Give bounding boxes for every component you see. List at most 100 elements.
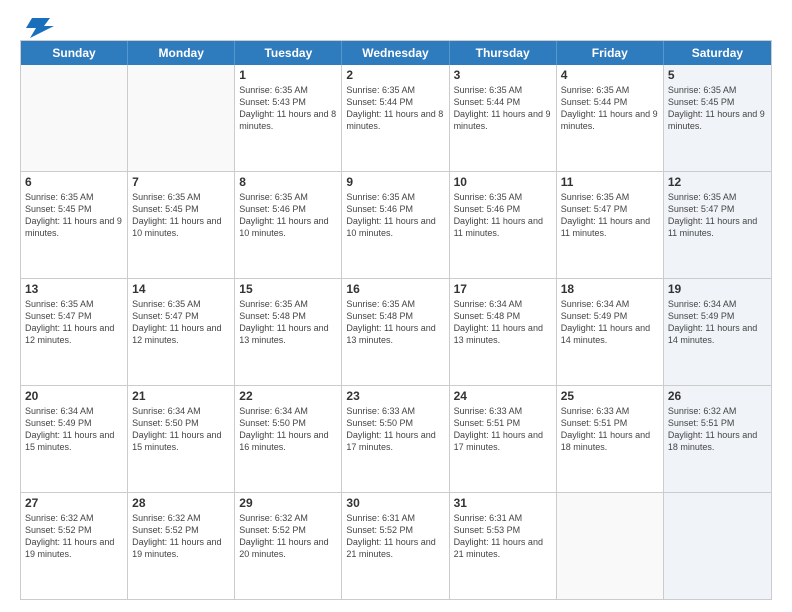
day-number: 3 xyxy=(454,68,552,82)
page: SundayMondayTuesdayWednesdayThursdayFrid… xyxy=(0,0,792,612)
day-info: Sunrise: 6:34 AM Sunset: 5:48 PM Dayligh… xyxy=(454,298,552,347)
calendar-cell: 3 Sunrise: 6:35 AM Sunset: 5:44 PM Daylig… xyxy=(450,65,557,171)
day-number: 29 xyxy=(239,496,337,510)
day-info: Sunrise: 6:31 AM Sunset: 5:52 PM Dayligh… xyxy=(346,512,444,561)
day-number: 22 xyxy=(239,389,337,403)
calendar-header: SundayMondayTuesdayWednesdayThursdayFrid… xyxy=(21,41,771,65)
day-info: Sunrise: 6:35 AM Sunset: 5:44 PM Dayligh… xyxy=(561,84,659,133)
calendar-header-thursday: Thursday xyxy=(450,41,557,65)
day-number: 2 xyxy=(346,68,444,82)
calendar-cell: 27 Sunrise: 6:32 AM Sunset: 5:52 PM Dayli… xyxy=(21,493,128,599)
calendar-cell: 21 Sunrise: 6:34 AM Sunset: 5:50 PM Dayli… xyxy=(128,386,235,492)
day-info: Sunrise: 6:35 AM Sunset: 5:48 PM Dayligh… xyxy=(346,298,444,347)
day-info: Sunrise: 6:32 AM Sunset: 5:52 PM Dayligh… xyxy=(132,512,230,561)
calendar-cell: 1 Sunrise: 6:35 AM Sunset: 5:43 PM Daylig… xyxy=(235,65,342,171)
calendar-cell xyxy=(21,65,128,171)
calendar-cell: 24 Sunrise: 6:33 AM Sunset: 5:51 PM Dayli… xyxy=(450,386,557,492)
calendar-cell: 18 Sunrise: 6:34 AM Sunset: 5:49 PM Dayli… xyxy=(557,279,664,385)
day-info: Sunrise: 6:34 AM Sunset: 5:49 PM Dayligh… xyxy=(561,298,659,347)
calendar-cell: 31 Sunrise: 6:31 AM Sunset: 5:53 PM Dayli… xyxy=(450,493,557,599)
calendar-cell: 5 Sunrise: 6:35 AM Sunset: 5:45 PM Daylig… xyxy=(664,65,771,171)
calendar-header-tuesday: Tuesday xyxy=(235,41,342,65)
day-number: 27 xyxy=(25,496,123,510)
day-info: Sunrise: 6:35 AM Sunset: 5:46 PM Dayligh… xyxy=(346,191,444,240)
day-info: Sunrise: 6:35 AM Sunset: 5:47 PM Dayligh… xyxy=(668,191,767,240)
calendar-cell xyxy=(128,65,235,171)
day-number: 8 xyxy=(239,175,337,189)
day-info: Sunrise: 6:35 AM Sunset: 5:44 PM Dayligh… xyxy=(454,84,552,133)
day-number: 31 xyxy=(454,496,552,510)
day-number: 24 xyxy=(454,389,552,403)
day-info: Sunrise: 6:35 AM Sunset: 5:47 PM Dayligh… xyxy=(132,298,230,347)
calendar-cell: 30 Sunrise: 6:31 AM Sunset: 5:52 PM Dayli… xyxy=(342,493,449,599)
calendar-cell: 16 Sunrise: 6:35 AM Sunset: 5:48 PM Dayli… xyxy=(342,279,449,385)
day-number: 25 xyxy=(561,389,659,403)
calendar-header-monday: Monday xyxy=(128,41,235,65)
calendar-cell xyxy=(664,493,771,599)
day-info: Sunrise: 6:33 AM Sunset: 5:50 PM Dayligh… xyxy=(346,405,444,454)
day-info: Sunrise: 6:35 AM Sunset: 5:45 PM Dayligh… xyxy=(132,191,230,240)
calendar-cell: 25 Sunrise: 6:33 AM Sunset: 5:51 PM Dayli… xyxy=(557,386,664,492)
day-info: Sunrise: 6:34 AM Sunset: 5:49 PM Dayligh… xyxy=(25,405,123,454)
day-info: Sunrise: 6:32 AM Sunset: 5:52 PM Dayligh… xyxy=(25,512,123,561)
calendar-cell: 4Sunrise: 6:35 AM Sunset: 5:44 PM Daylig… xyxy=(557,65,664,171)
day-number: 26 xyxy=(668,389,767,403)
day-info: Sunrise: 6:32 AM Sunset: 5:51 PM Dayligh… xyxy=(668,405,767,454)
day-number: 10 xyxy=(454,175,552,189)
calendar-cell: 7 Sunrise: 6:35 AM Sunset: 5:45 PM Daylig… xyxy=(128,172,235,278)
day-number: 23 xyxy=(346,389,444,403)
day-info: Sunrise: 6:35 AM Sunset: 5:46 PM Dayligh… xyxy=(454,191,552,240)
day-number: 1 xyxy=(239,68,337,82)
day-info: Sunrise: 6:34 AM Sunset: 5:49 PM Dayligh… xyxy=(668,298,767,347)
day-number: 16 xyxy=(346,282,444,296)
calendar: SundayMondayTuesdayWednesdayThursdayFrid… xyxy=(20,40,772,600)
day-number: 21 xyxy=(132,389,230,403)
day-number: 5 xyxy=(668,68,767,82)
day-number: 20 xyxy=(25,389,123,403)
day-number: 12 xyxy=(668,175,767,189)
calendar-cell: 13 Sunrise: 6:35 AM Sunset: 5:47 PM Dayli… xyxy=(21,279,128,385)
day-number: 30 xyxy=(346,496,444,510)
day-info: Sunrise: 6:31 AM Sunset: 5:53 PM Dayligh… xyxy=(454,512,552,561)
calendar-week-5: 27 Sunrise: 6:32 AM Sunset: 5:52 PM Dayli… xyxy=(21,493,771,599)
logo xyxy=(20,16,54,34)
day-number: 7 xyxy=(132,175,230,189)
day-info: Sunrise: 6:35 AM Sunset: 5:46 PM Dayligh… xyxy=(239,191,337,240)
calendar-body: 1 Sunrise: 6:35 AM Sunset: 5:43 PM Daylig… xyxy=(21,65,771,599)
day-number: 9 xyxy=(346,175,444,189)
day-info: Sunrise: 6:33 AM Sunset: 5:51 PM Dayligh… xyxy=(561,405,659,454)
day-info: Sunrise: 6:35 AM Sunset: 5:48 PM Dayligh… xyxy=(239,298,337,347)
calendar-cell: 28Sunrise: 6:32 AM Sunset: 5:52 PM Dayli… xyxy=(128,493,235,599)
calendar-header-saturday: Saturday xyxy=(664,41,771,65)
calendar-week-4: 20 Sunrise: 6:34 AM Sunset: 5:49 PM Dayli… xyxy=(21,386,771,493)
calendar-cell: 29 Sunrise: 6:32 AM Sunset: 5:52 PM Dayli… xyxy=(235,493,342,599)
day-number: 15 xyxy=(239,282,337,296)
day-info: Sunrise: 6:34 AM Sunset: 5:50 PM Dayligh… xyxy=(132,405,230,454)
logo-icon xyxy=(22,16,54,38)
day-info: Sunrise: 6:35 AM Sunset: 5:47 PM Dayligh… xyxy=(25,298,123,347)
day-number: 6 xyxy=(25,175,123,189)
calendar-cell: 23 Sunrise: 6:33 AM Sunset: 5:50 PM Dayli… xyxy=(342,386,449,492)
calendar-cell: 17 Sunrise: 6:34 AM Sunset: 5:48 PM Dayli… xyxy=(450,279,557,385)
calendar-cell: 15 Sunrise: 6:35 AM Sunset: 5:48 PM Dayli… xyxy=(235,279,342,385)
calendar-cell: 9 Sunrise: 6:35 AM Sunset: 5:46 PM Daylig… xyxy=(342,172,449,278)
day-info: Sunrise: 6:35 AM Sunset: 5:45 PM Dayligh… xyxy=(668,84,767,133)
calendar-header-sunday: Sunday xyxy=(21,41,128,65)
day-info: Sunrise: 6:32 AM Sunset: 5:52 PM Dayligh… xyxy=(239,512,337,561)
day-number: 17 xyxy=(454,282,552,296)
day-info: Sunrise: 6:35 AM Sunset: 5:45 PM Dayligh… xyxy=(25,191,123,240)
calendar-week-2: 6 Sunrise: 6:35 AM Sunset: 5:45 PM Daylig… xyxy=(21,172,771,279)
calendar-cell xyxy=(557,493,664,599)
day-number: 19 xyxy=(668,282,767,296)
calendar-cell: 26 Sunrise: 6:32 AM Sunset: 5:51 PM Dayli… xyxy=(664,386,771,492)
calendar-cell: 14 Sunrise: 6:35 AM Sunset: 5:47 PM Dayli… xyxy=(128,279,235,385)
calendar-cell: 10 Sunrise: 6:35 AM Sunset: 5:46 PM Dayli… xyxy=(450,172,557,278)
day-number: 14 xyxy=(132,282,230,296)
day-info: Sunrise: 6:35 AM Sunset: 5:43 PM Dayligh… xyxy=(239,84,337,133)
calendar-cell: 20 Sunrise: 6:34 AM Sunset: 5:49 PM Dayli… xyxy=(21,386,128,492)
day-number: 18 xyxy=(561,282,659,296)
day-number: 13 xyxy=(25,282,123,296)
calendar-week-3: 13 Sunrise: 6:35 AM Sunset: 5:47 PM Dayli… xyxy=(21,279,771,386)
day-info: Sunrise: 6:33 AM Sunset: 5:51 PM Dayligh… xyxy=(454,405,552,454)
calendar-header-friday: Friday xyxy=(557,41,664,65)
